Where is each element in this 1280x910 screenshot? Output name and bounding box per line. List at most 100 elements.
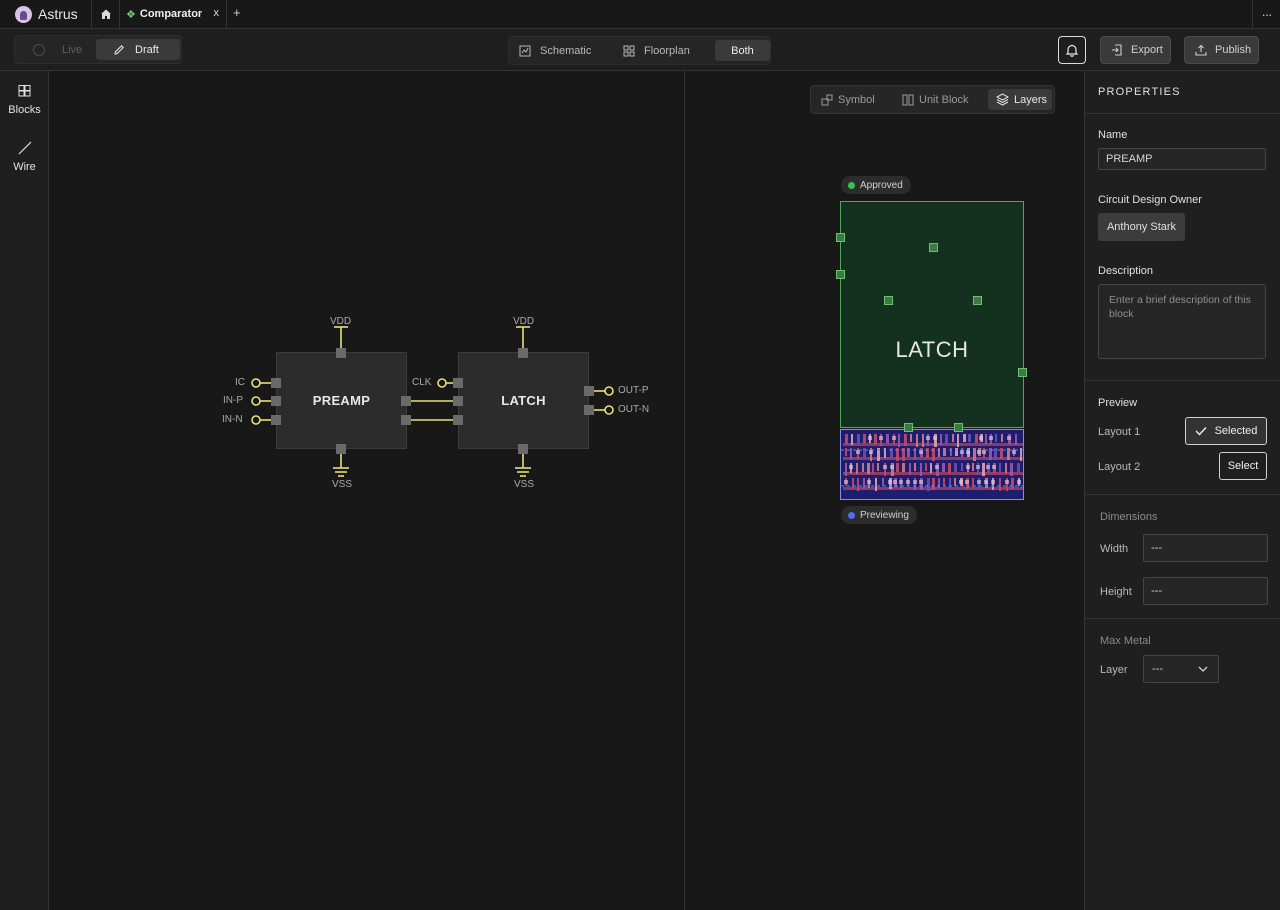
mode-toggle: Live Draft [14, 35, 182, 64]
layout-pin[interactable] [904, 423, 913, 432]
properties-panel: PROPERTIES Name PREAMP Circuit Design Ow… [1084, 71, 1280, 910]
add-tab-button[interactable]: + [233, 5, 241, 20]
latch-layout-label: LATCH [895, 337, 969, 362]
tab-unit-block[interactable]: Unit Block [902, 86, 969, 113]
blocks-icon [18, 85, 31, 97]
pencil-icon [114, 44, 124, 55]
properties-title: PROPERTIES [1085, 71, 1280, 114]
height-field[interactable]: --- [1143, 577, 1268, 605]
pin-ic-label: IC [235, 377, 245, 388]
layout2-label: Layout 2 [1098, 461, 1141, 473]
layout-view-tabs: Symbol Unit Block Layers [810, 85, 1055, 114]
check-icon [1195, 427, 1207, 436]
pin-outn-label: OUT-N [618, 404, 650, 415]
view-both-button[interactable]: Both [715, 40, 770, 61]
publish-button[interactable]: Publish [1184, 36, 1259, 64]
live-label: Live [62, 43, 83, 56]
layers-icon [996, 93, 1009, 106]
name-label: Name [1098, 129, 1128, 141]
layout-pin[interactable] [884, 296, 893, 305]
layout1-label: Layout 1 [1098, 426, 1141, 438]
description-label: Description [1098, 265, 1154, 277]
layer-label: Layer [1100, 664, 1128, 676]
layout-pin[interactable] [954, 423, 963, 432]
view-schematic-button[interactable]: Schematic [519, 37, 614, 64]
latch-layout-region[interactable]: LATCH [840, 201, 1024, 428]
max-metal-label: Max Metal [1100, 635, 1151, 647]
layout2-select-button[interactable]: Select [1219, 452, 1267, 480]
layout-canvas[interactable]: Symbol Unit Block Layers Approved LATCH … [686, 71, 1084, 910]
app-brand[interactable]: Astrus [0, 0, 92, 28]
more-menu-icon[interactable]: ··· [1252, 0, 1280, 28]
owner-chip[interactable]: Anthony Stark [1098, 213, 1185, 241]
view-floorplan-button[interactable]: Floorplan [623, 37, 723, 64]
toolbar: Live Draft Schematic Floorplan Both Expo… [0, 29, 1280, 71]
publish-label: Publish [1215, 44, 1252, 56]
width-label: Width [1100, 543, 1129, 555]
layout-pin[interactable] [836, 270, 845, 279]
layout-pin[interactable] [836, 233, 845, 242]
wire-tool[interactable]: Wire [0, 141, 49, 173]
layout-geometry-art [841, 430, 1023, 499]
preamp-vss-label: VSS [332, 479, 353, 490]
chevron-down-icon [1198, 666, 1208, 672]
tab-comparator[interactable]: ❖ Comparator x [120, 0, 227, 28]
schematic-canvas[interactable]: PREAMP LATCH VDD VSS IC IN-P IN-N VDD VS… [49, 71, 685, 910]
layout-pin[interactable] [1018, 368, 1027, 377]
width-field[interactable]: --- [1143, 534, 1268, 562]
floorplan-label: Floorplan [644, 44, 690, 57]
notifications-button[interactable] [1058, 36, 1086, 64]
approved-badge: Approved [841, 176, 911, 194]
upload-icon [1195, 44, 1207, 56]
layout1-selected-button[interactable]: Selected [1185, 417, 1267, 445]
previewing-badge: Previewing [841, 506, 917, 524]
schematic-icon [519, 45, 531, 56]
owner-label: Circuit Design Owner [1098, 194, 1202, 206]
tool-rail: Blocks Wire [0, 71, 49, 910]
layout1-button-label: Selected [1214, 425, 1258, 437]
export-icon [1112, 44, 1122, 56]
divider [1085, 618, 1280, 619]
latch-vdd-label: VDD [513, 316, 535, 327]
layer-dropdown[interactable]: --- [1143, 655, 1219, 683]
layers-tab-label: Layers [1014, 93, 1048, 106]
tab-layers[interactable]: Layers [988, 89, 1052, 110]
astrus-logo-icon [15, 5, 32, 23]
blocks-tool[interactable]: Blocks [0, 85, 49, 116]
approved-dot-icon [848, 181, 855, 189]
tab-bar: Astrus ❖ Comparator x + ··· [0, 0, 1280, 29]
live-status-icon [33, 43, 45, 56]
floorplan-icon [623, 45, 635, 56]
tab-symbol[interactable]: Symbol [821, 86, 875, 113]
draft-mode-button[interactable]: Draft [96, 39, 180, 60]
symbol-tab-label: Symbol [838, 93, 875, 106]
pin-outp-label: OUT-P [618, 385, 649, 396]
layout-pin[interactable] [973, 296, 982, 305]
layout-pin[interactable] [929, 243, 938, 252]
schematic-pins [271, 348, 594, 454]
export-button[interactable]: Export [1100, 36, 1171, 64]
name-field[interactable]: PREAMP [1098, 148, 1266, 170]
puzzle-icon: ❖ [126, 8, 136, 21]
pin-clk-label: CLK [412, 377, 432, 388]
bell-icon [1065, 44, 1079, 57]
divider [1085, 494, 1280, 495]
live-mode-button[interactable]: Live [27, 36, 97, 63]
schematic-label: Schematic [540, 44, 592, 57]
app-name: Astrus [38, 6, 78, 22]
home-tab[interactable] [92, 0, 120, 28]
latch-vss-label: VSS [514, 479, 535, 490]
export-label: Export [1131, 44, 1163, 56]
height-label: Height [1100, 586, 1132, 598]
layout2-button-label: Select [1227, 460, 1259, 472]
close-tab-icon[interactable]: x [214, 7, 220, 19]
unit-block-icon [902, 94, 914, 105]
home-icon [100, 9, 111, 19]
description-field[interactable]: Enter a brief description of this block [1098, 284, 1266, 359]
layer-dropdown-value: --- [1152, 663, 1163, 675]
unit-block-tab-label: Unit Block [919, 93, 969, 106]
preamp-layout-preview[interactable] [840, 429, 1024, 500]
previewing-label: Previewing [860, 509, 909, 521]
dimensions-label: Dimensions [1100, 511, 1158, 523]
both-label: Both [731, 44, 754, 57]
